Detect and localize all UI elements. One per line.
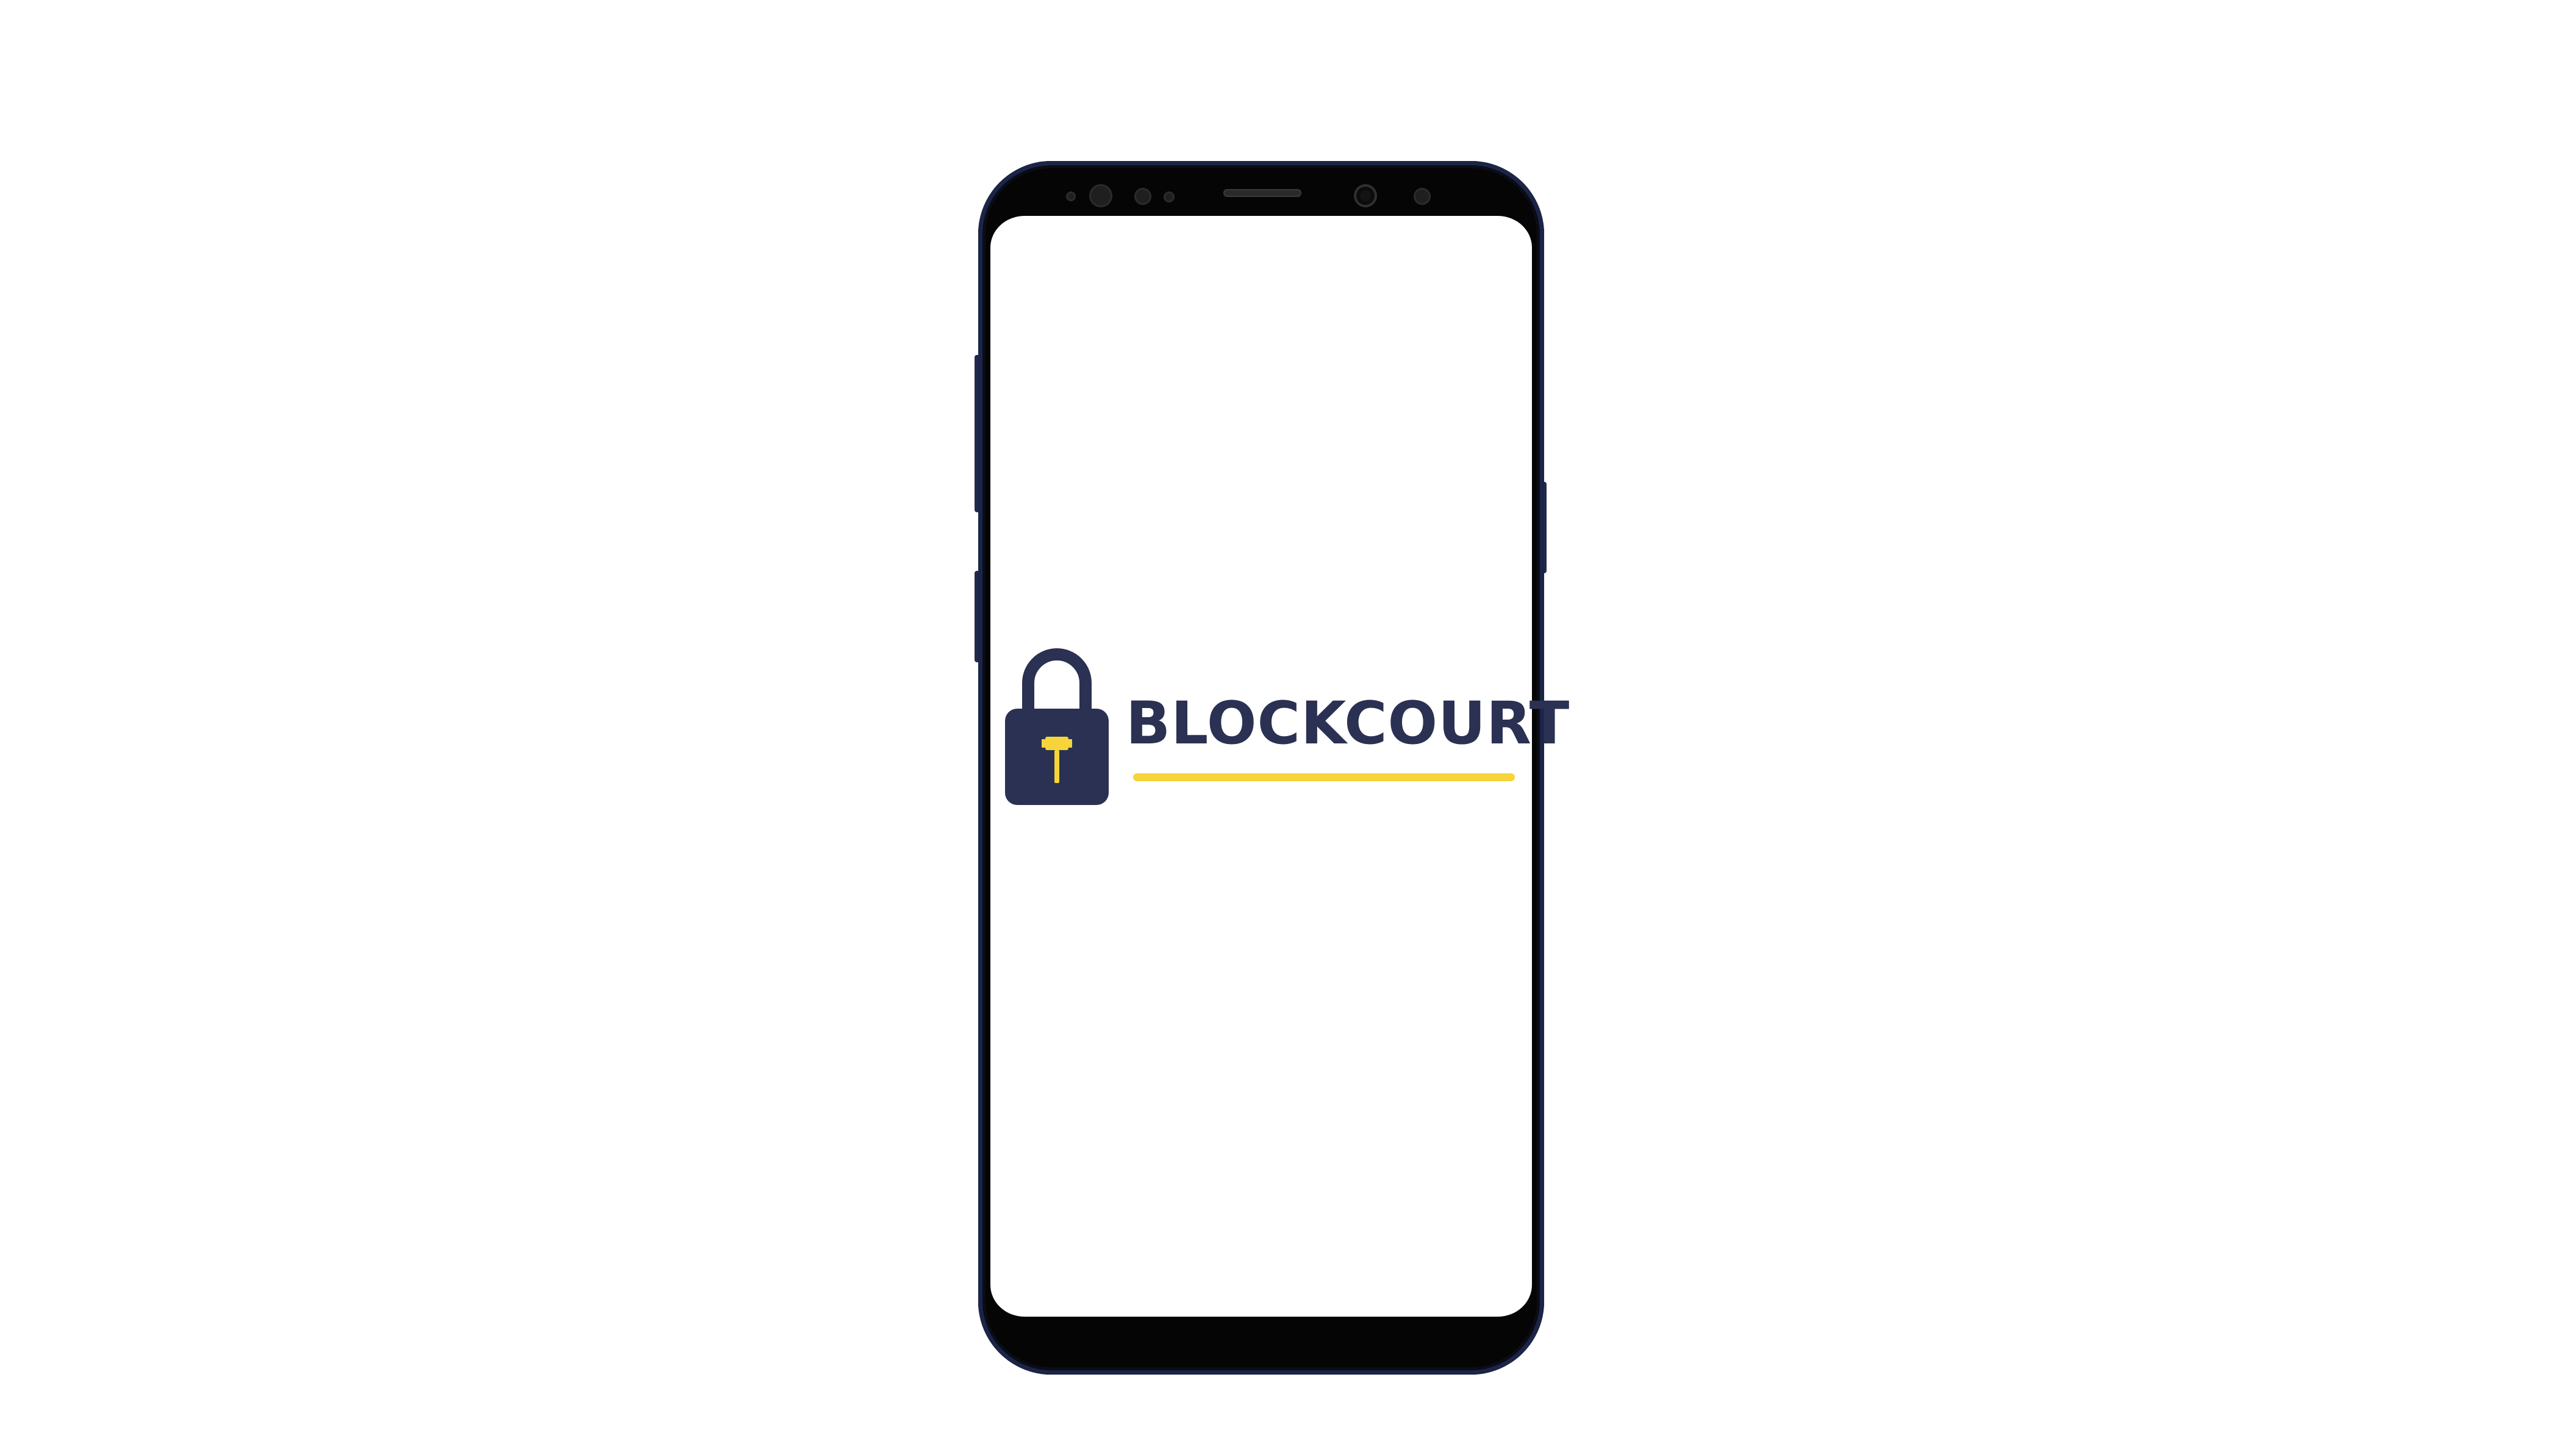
- iris-camera-icon: [1414, 188, 1431, 205]
- app-logo: BLOCKCOURT: [1005, 645, 1569, 805]
- padlock-gavel-icon: [1005, 648, 1109, 805]
- iris-sensor-icon: [1089, 184, 1112, 207]
- brand-wordmark: BLOCKCOURT: [1126, 689, 1570, 757]
- proximity-sensor-icon: [1134, 188, 1151, 205]
- stage: BLOCKCOURT: [0, 0, 2576, 1449]
- earpiece-speaker: [1223, 189, 1301, 197]
- brand-underline: [1133, 773, 1515, 781]
- front-camera-icon: [1354, 184, 1377, 207]
- light-sensor-icon: [1164, 191, 1175, 202]
- sensor-dot-icon: [1066, 191, 1076, 201]
